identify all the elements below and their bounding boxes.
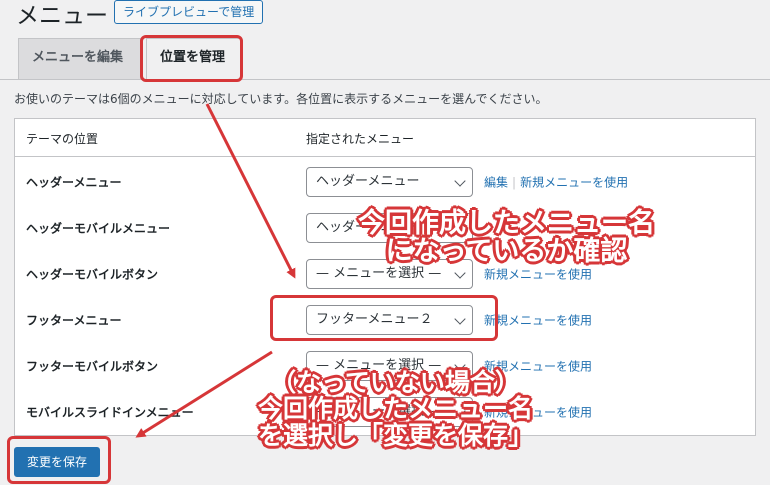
location-label: フッターメニュー — [26, 313, 122, 328]
chevron-down-icon — [454, 267, 466, 279]
edit-link[interactable]: 編集 — [484, 176, 508, 190]
location-label: ヘッダーモバイルメニュー — [26, 221, 171, 236]
save-changes-button[interactable]: 変更を保存 — [14, 447, 100, 477]
annotation-line: になっているか確認 — [385, 236, 628, 268]
page-title: メニュー — [16, 3, 108, 29]
menu-select[interactable]: ヘッダーメニュー — [306, 167, 473, 197]
menu-select[interactable]: フッターメニュー２ — [306, 305, 473, 335]
annotation-line: （なっていない場合） — [271, 368, 520, 397]
table-row: フッターメニュー フッターメニュー２ 新規メニューを使用 — [15, 297, 755, 343]
table-row: ヘッダーメニュー ヘッダーメニュー 編集 | 新規メニューを使用 — [15, 159, 755, 205]
annotation-bottom: （なっていない場合） 今回作成したメニュー名 を選択し「変更を保存」 — [258, 368, 534, 450]
annotation-line: 今回作成したメニュー名 — [258, 394, 534, 424]
row-links: 編集 | 新規メニューを使用 — [484, 174, 628, 191]
column-header-menu: 指定されたメニュー — [306, 132, 415, 146]
menu-select-value: ヘッダーメニュー — [316, 174, 420, 189]
new-menu-link[interactable]: 新規メニューを使用 — [484, 268, 592, 282]
row-links: 新規メニューを使用 — [484, 266, 592, 283]
page-description: お使いのテーマは6個のメニューに対応しています。各位置に表示するメニューを選んで… — [14, 92, 548, 106]
location-label: フッターモバイルボタン — [26, 359, 159, 374]
row-links: 新規メニューを使用 — [484, 312, 592, 329]
location-label: モバイルスライドインメニュー — [26, 405, 194, 420]
link-separator: | — [512, 175, 517, 190]
menu-select-value: フッターメニュー２ — [316, 312, 433, 327]
annotation-line: を選択し「変更を保存」 — [258, 420, 534, 450]
new-menu-link[interactable]: 新規メニューを使用 — [484, 314, 592, 328]
annotation-line: 今回作成したメニュー名 — [358, 208, 655, 239]
chevron-down-icon — [454, 175, 466, 187]
tab-manage-locations[interactable]: 位置を管理 — [146, 38, 242, 80]
chevron-down-icon — [454, 313, 466, 325]
column-header-location: テーマの位置 — [26, 132, 99, 146]
location-label: ヘッダーモバイルボタン — [26, 267, 159, 282]
new-menu-link[interactable]: 新規メニューを使用 — [520, 176, 628, 190]
live-preview-button[interactable]: ライブプレビューで管理 — [114, 0, 264, 24]
menu-select-value: — メニューを選択 — — [316, 266, 442, 281]
location-label: ヘッダーメニュー — [26, 175, 122, 190]
annotation-top: 今回作成したメニュー名 になっているか確認 — [358, 208, 655, 268]
tab-edit-menus[interactable]: メニューを編集 — [18, 38, 141, 80]
table-header: テーマの位置 指定されたメニュー — [15, 119, 755, 157]
